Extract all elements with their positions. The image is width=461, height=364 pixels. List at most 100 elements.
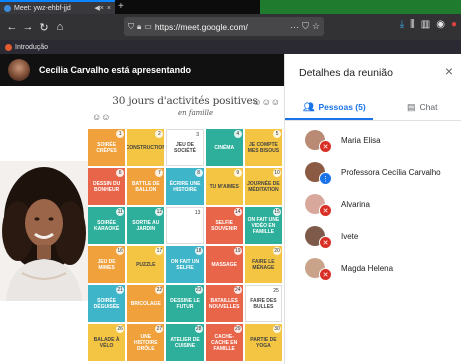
activity-cell: 13: [166, 207, 204, 244]
pocket-icon[interactable]: ⛉: [302, 21, 309, 32]
browser-tab[interactable]: Meet: ywz-ehbf-jjd ◀× ×: [0, 0, 115, 14]
activity-cell: 26 Balade à vélo: [88, 324, 126, 361]
panel-title: Detalhes da reunião: [299, 67, 393, 79]
download-icon[interactable]: ⤓: [400, 19, 404, 30]
bookmark-star-icon[interactable]: ☆: [312, 21, 320, 32]
activity-day-number: 26: [116, 325, 125, 333]
library-icon[interactable]: ⫼: [410, 19, 415, 30]
tab-people-label: Pessoas (5): [318, 102, 366, 112]
tab-speaker-icon[interactable]: ◀×: [94, 4, 103, 12]
activity-cell: 30 Partie de yoga: [244, 324, 282, 361]
activity-label: Massage: [211, 261, 237, 268]
participant-name: Maria Elisa: [341, 135, 381, 145]
tab-title: Meet: ywz-ehbf-jjd: [14, 4, 71, 12]
browser-tab-bar: Meet: ywz-ehbf-jjd ◀× × +: [0, 0, 461, 14]
shared-document: 30 jours d'activités positives en famill…: [88, 95, 282, 361]
activity-label: Tu m'aimes: [209, 183, 239, 190]
activity-day-number: 15: [273, 208, 281, 216]
activity-cell: 4 Cinéma: [205, 129, 243, 166]
activity-cell: 18 On fait un selfie: [166, 246, 204, 283]
activity-cell: 12 Sortie au jardin: [127, 207, 165, 244]
activity-day-number: 14: [233, 208, 242, 216]
shield-icon[interactable]: ⛉: [128, 22, 134, 32]
participant-row[interactable]: ⋮ Professora Cecília Carvalho: [285, 156, 461, 188]
new-tab-button[interactable]: +: [118, 1, 124, 12]
participant-video: [0, 161, 88, 301]
activity-label: Selfie souvenir: [211, 219, 238, 232]
activity-cell: 19 Massage: [205, 246, 243, 283]
panel-tabs: 👥︎ Pessoas (5) ▤ Chat: [285, 94, 461, 121]
activity-cell: 27 Une histoire drôle: [127, 324, 165, 361]
woman-portrait-image: [0, 161, 88, 301]
activity-grid: 1 Soirée crêpes 2 Construction 3 Jeu de socié…: [88, 129, 282, 361]
activity-day-number: 22: [155, 286, 164, 294]
url-bar[interactable]: ⛉ 🔒︎ ▭ https://meet.google.com/ ··· ⛉ ☆: [124, 17, 324, 36]
meeting-details-panel: Detalhes da reunião × 👥︎ Pessoas (5) ▤ C…: [284, 54, 461, 364]
presentation-stage: 30 jours d'activités positives en famill…: [0, 86, 284, 364]
people-icon: 👥︎: [303, 101, 315, 112]
recording-icon[interactable]: ●: [451, 19, 457, 30]
speaking-indicator-icon: ⋮: [319, 172, 332, 185]
activity-label: Une histoire drôle: [134, 333, 158, 352]
activity-label: Cinéma: [214, 144, 235, 151]
home-icon[interactable]: ⌂: [52, 21, 68, 33]
activity-day-number: 27: [155, 325, 164, 333]
tab-people[interactable]: 👥︎ Pessoas (5): [303, 94, 366, 120]
url-text[interactable]: https://meet.google.com/: [155, 22, 287, 32]
activity-day-number: 18: [194, 247, 203, 255]
activity-label: Écrire une histoire: [169, 180, 201, 193]
participant-list: ✕ Maria Elisa ⋮ Professora Cecília Carva…: [285, 124, 461, 284]
toolbar-right: ⤓ ⫼ ▥ ◉ ●: [400, 19, 457, 30]
camera-permission-icon[interactable]: ▭: [144, 22, 152, 31]
activity-label: Dessine le futur: [170, 297, 200, 310]
sidebar-icon[interactable]: ▥: [421, 19, 430, 30]
reload-icon[interactable]: ↻: [36, 21, 52, 34]
participant-row[interactable]: ✕ Magda Helena: [285, 252, 461, 284]
tab-close-icon[interactable]: ×: [107, 5, 111, 12]
bookmarks-bar: Introdução: [0, 40, 461, 54]
activity-cell: 10 Journée de méditation: [244, 168, 282, 205]
activity-day-number: 4: [233, 130, 242, 138]
activity-day-number: 30: [273, 325, 281, 333]
bookmark-introducao[interactable]: Introdução: [15, 44, 48, 51]
back-arrow-icon[interactable]: ←: [4, 21, 20, 33]
presenter-banner: Cecília Carvalho está apresentando: [0, 54, 284, 86]
activity-label: Sortie au jardin: [132, 219, 160, 232]
activity-label: Soirée déguisée: [93, 297, 120, 310]
close-panel-icon[interactable]: ×: [445, 63, 453, 79]
activity-day-number: 10: [273, 169, 281, 177]
activity-cell: 16 Jeu de mimes: [88, 246, 126, 283]
activity-label: Faire le ménage: [252, 258, 275, 271]
tab-chat[interactable]: ▤ Chat: [407, 94, 437, 120]
participant-row[interactable]: ✕ Ivete: [285, 220, 461, 252]
activity-day-number: 5: [273, 130, 281, 138]
activity-cell: 20 Faire le ménage: [244, 246, 282, 283]
activity-cell: 9 Tu m'aimes: [205, 168, 243, 205]
activity-label: Battle de ballon: [131, 180, 160, 193]
activity-label: Faire des bulles: [250, 297, 277, 310]
activity-cell: 21 Soirée déguisée: [88, 285, 126, 322]
presenter-avatar: [8, 59, 30, 81]
page-actions-icon[interactable]: ···: [290, 22, 299, 32]
activity-cell: 1 Soirée crêpes: [88, 129, 126, 166]
participant-avatar: ⋮: [305, 162, 332, 185]
activity-label: Partie de yoga: [250, 336, 277, 349]
chat-icon: ▤: [407, 101, 416, 112]
tab-divider: [285, 120, 461, 121]
activity-day-number: 17: [155, 247, 164, 255]
firefox-icon: [5, 43, 12, 51]
forward-arrow-icon[interactable]: →: [20, 21, 36, 33]
activity-day-number: 25: [272, 287, 280, 295]
activity-day-number: 7: [155, 169, 164, 177]
account-icon[interactable]: ◉: [436, 19, 445, 30]
activity-cell: 28 Atelier de cuisine: [166, 324, 204, 361]
activity-cell: 8 Écrire une histoire: [166, 168, 204, 205]
activity-cell: 11 Soirée karaoké: [88, 207, 126, 244]
document-subtitle: en famille: [178, 109, 214, 117]
activity-label: Construction: [127, 144, 165, 151]
participant-row[interactable]: ✕ Maria Elisa: [285, 124, 461, 156]
mic-off-icon: ✕: [319, 268, 332, 281]
activity-day-number: 13: [193, 209, 202, 217]
lock-icon[interactable]: 🔒︎: [137, 22, 141, 32]
participant-row[interactable]: ✕ Alvarina: [285, 188, 461, 220]
